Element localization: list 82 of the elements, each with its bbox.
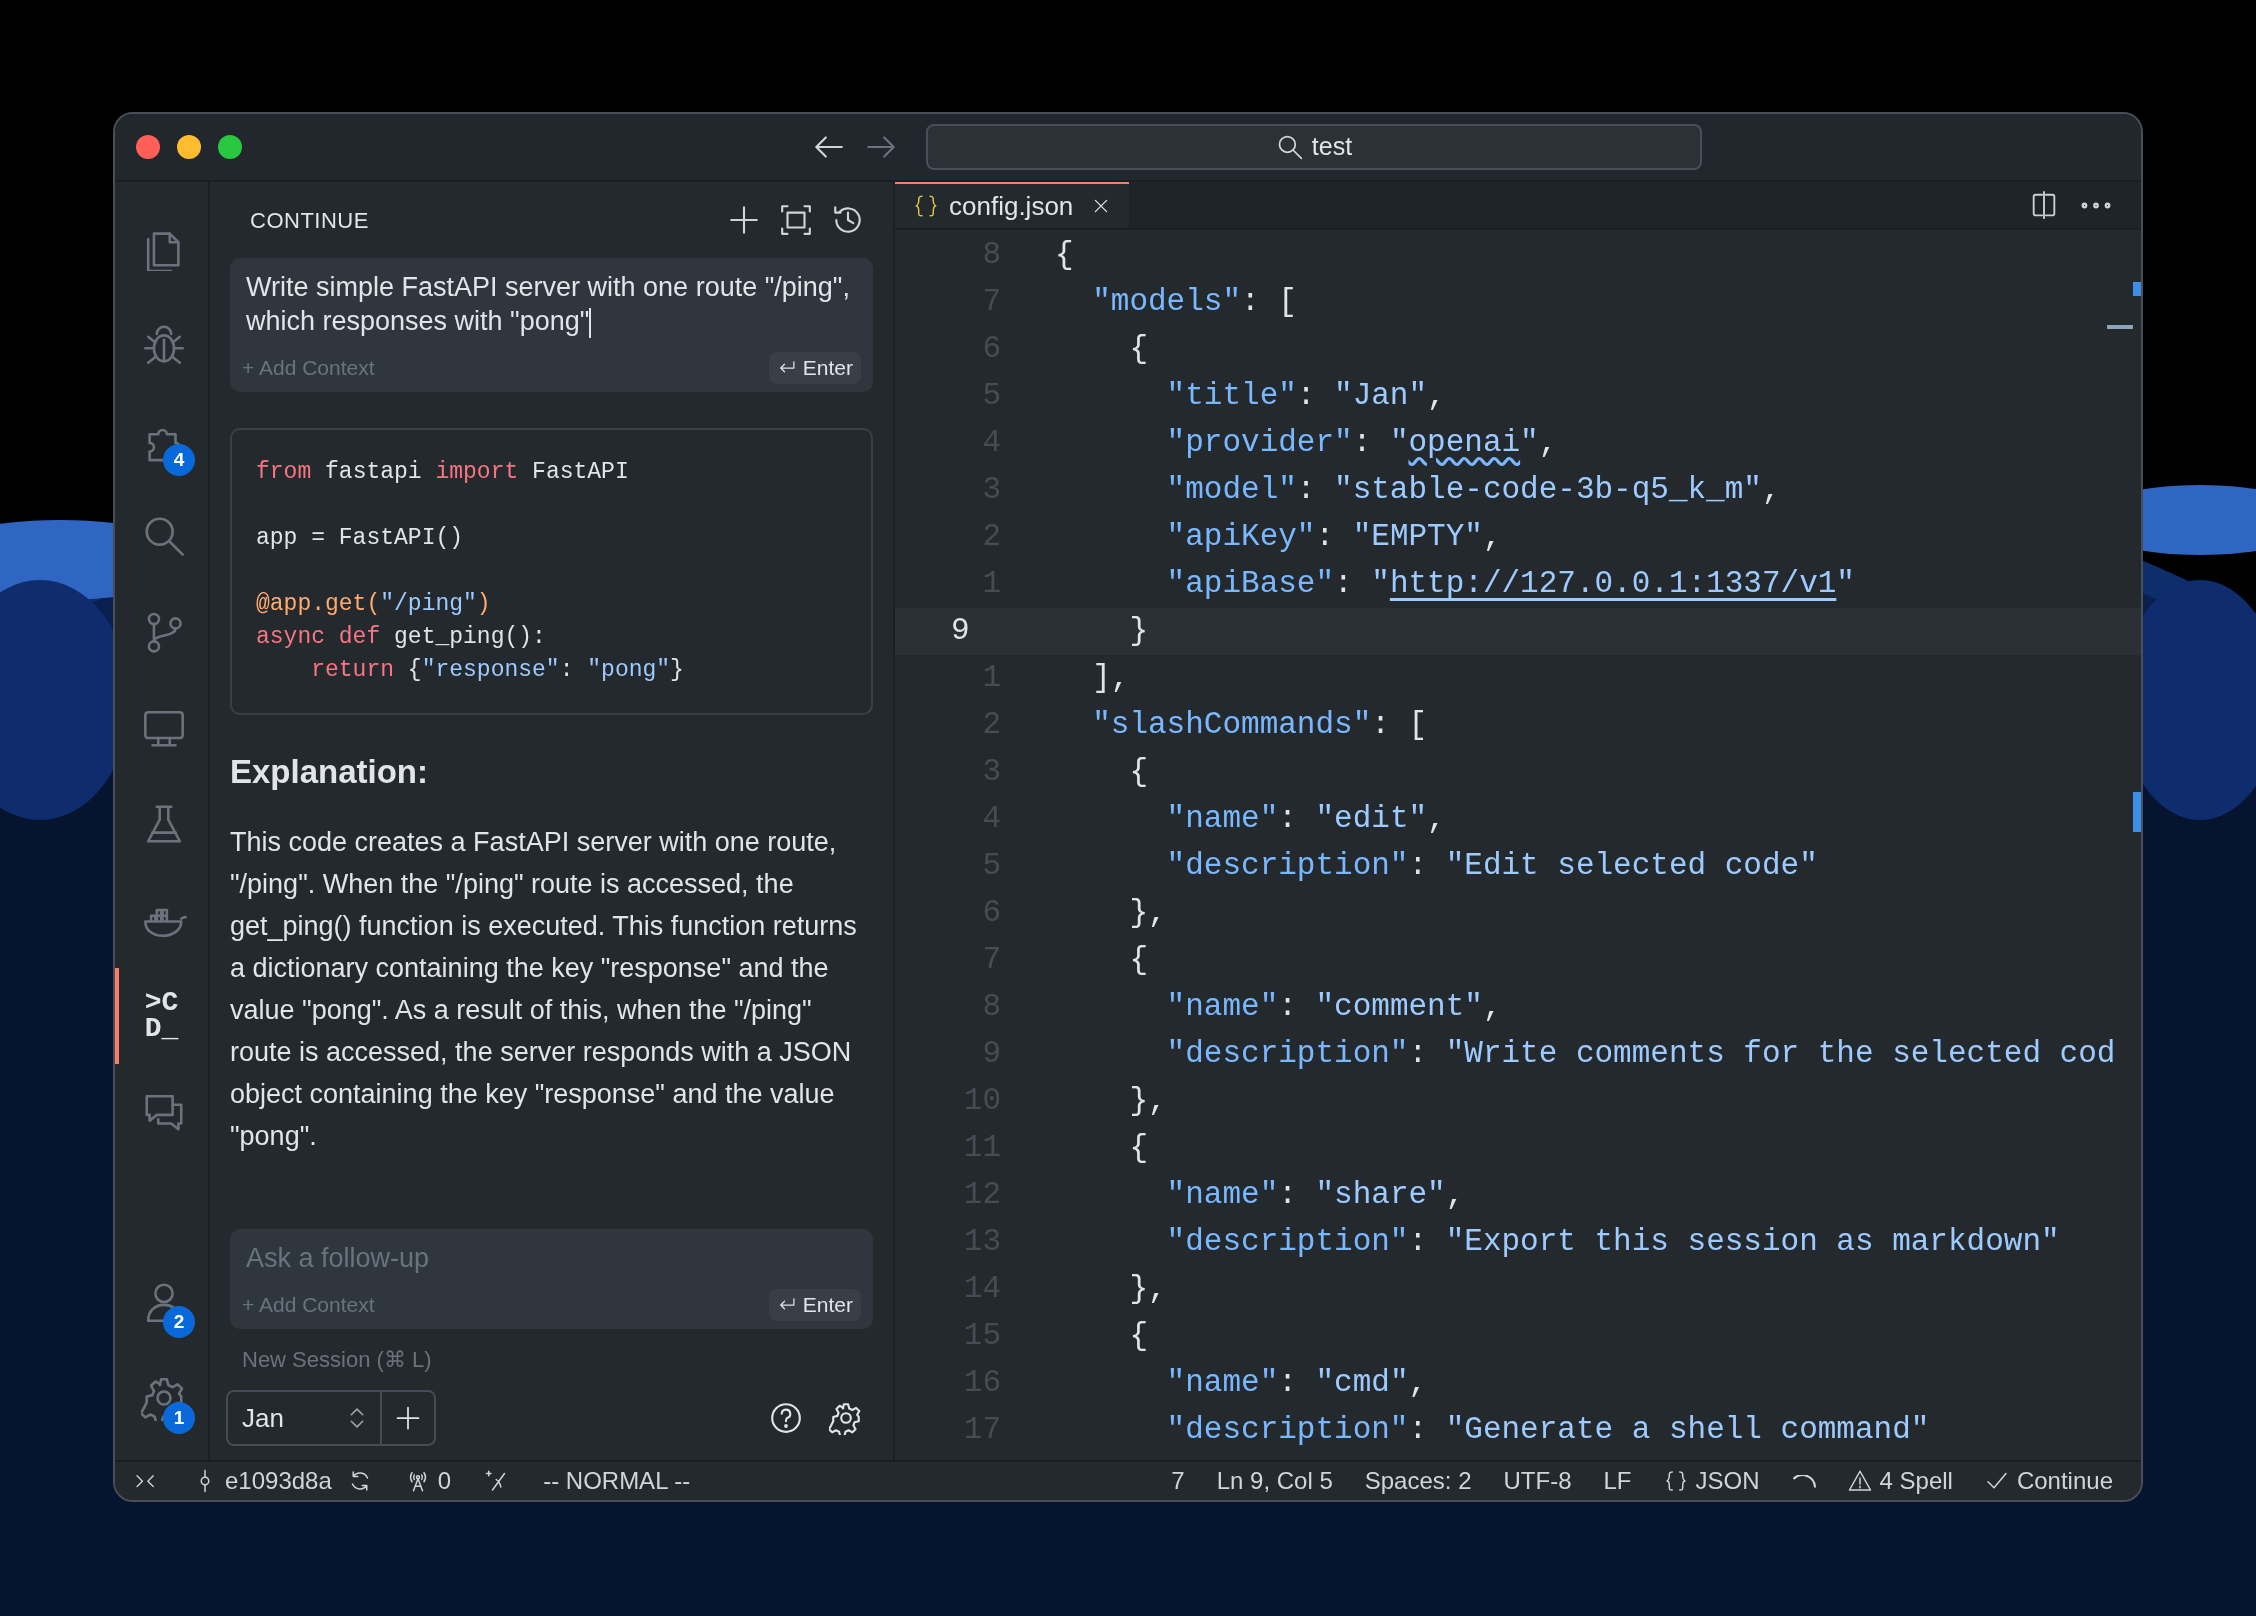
code-line: "model": "stable-code-3b-q5_k_m", (1165, 471, 1781, 510)
explanation-heading: Explanation: (230, 752, 430, 792)
code-line: async def get_ping(): (256, 623, 546, 652)
code-line: "name": "comment", (1165, 988, 1502, 1027)
code-line: { (1128, 753, 1148, 792)
spinner-icon (1791, 1474, 1816, 1488)
code-line: "apiBase": "http://127.0.0.1:1337/v1" (1165, 565, 1855, 604)
status-item[interactable]: Spaces: 2 (1364, 1463, 1472, 1499)
more-actions-button[interactable] (2081, 201, 2111, 209)
code-line: { (1128, 1129, 1148, 1168)
help-button[interactable] (769, 1401, 803, 1435)
model-selector[interactable]: Jan (226, 1390, 436, 1446)
code-line: return {"response": "pong"} (310, 656, 684, 685)
code-line: "slashCommands": [ (1091, 706, 1428, 745)
explanation-text: This code creates a FastAPI server with one route, "/ping". When the "/ping" route is accessed, the get_ping() function is executed. This function returns a dictionary containing the key "response" and the value "pong". As a result of this, when the "/ping" route is accessed, the server responds with a JSON object containing the key "response" and the value "pong". (230, 825, 858, 1153)
code-line: "name": "edit", (1165, 800, 1446, 839)
code-line: { (1055, 236, 1074, 275)
scroll-marker (2133, 282, 2141, 296)
badge: 1 (163, 1402, 195, 1434)
more-icon (2081, 201, 2111, 209)
json-icon (913, 193, 939, 219)
code-line: { (1128, 941, 1148, 980)
code-line: @app.get("/ping") (256, 590, 491, 619)
code-line: "description": "Write comments for the selected cod (1165, 1035, 2116, 1074)
status-item[interactable]: Ln 9, Col 5 (1216, 1463, 1333, 1499)
maximize-button[interactable] (218, 135, 242, 159)
branch-item[interactable]: e1093d8a (193, 1463, 332, 1499)
add-button[interactable] (727, 203, 761, 237)
enter-button[interactable]: Enter (768, 352, 861, 384)
code-line: "name": "cmd", (1165, 1364, 1428, 1403)
status-item[interactable]: LF (1603, 1463, 1632, 1499)
fullscreen-button[interactable] (779, 203, 813, 237)
code-line: "name": "share", (1165, 1176, 1465, 1215)
status-item[interactable]: UTF-8 (1503, 1463, 1572, 1499)
code-line: } (1128, 612, 1148, 651)
spinner-item[interactable] (1791, 1474, 1816, 1488)
enter-button[interactable]: Enter (768, 1289, 861, 1321)
check-item[interactable]: Continue (1984, 1463, 2113, 1499)
code-line: from fastapi import FastAPI (256, 458, 629, 487)
code-line: app = FastAPI() (256, 524, 464, 553)
prompt-input[interactable]: Write simple FastAPI server with one route "/ping", which responses with "pong" + Add Context Enter (230, 258, 873, 392)
code-line: "description": "Edit selected code" (1165, 847, 1818, 886)
code-line: { (1128, 330, 1148, 369)
warning-item[interactable]: 4 Spell (1847, 1463, 1953, 1499)
plus-icon (394, 1404, 422, 1432)
badge: 2 (163, 1306, 195, 1338)
ports-item[interactable]: 0 (405, 1463, 452, 1499)
code-line: }, (1128, 1270, 1167, 1309)
gear-icon (829, 1401, 863, 1435)
settings-button[interactable] (829, 1401, 863, 1435)
minimize-button[interactable] (177, 135, 201, 159)
language-item[interactable]: JSON (1663, 1463, 1760, 1499)
panel-title: CONTINUE (250, 206, 369, 235)
scroll-marker (2133, 792, 2141, 832)
settings-tab[interactable]: 1 (115, 1350, 208, 1446)
code-line: }, (1128, 894, 1167, 933)
code-line: "description": "Generate a shell command" (1165, 1411, 1930, 1450)
language-icon (1663, 1469, 1688, 1493)
cursor-marker (2107, 325, 2133, 329)
code-line: "apiKey": "EMPTY", (1165, 518, 1502, 557)
badge: 4 (163, 444, 195, 476)
code-line: }, (1128, 1082, 1167, 1121)
extensions-tab[interactable]: 4 (115, 392, 208, 488)
code-line: "description": "Export this session as markdown" (1165, 1223, 2060, 1262)
code-line: "provider": "openai", (1165, 424, 1558, 463)
code-line: ], (1091, 659, 1130, 698)
close-button[interactable] (136, 135, 160, 159)
help-icon (769, 1401, 803, 1435)
code-line: "models": [ (1091, 283, 1297, 322)
accounts-tab[interactable]: 2 (115, 1254, 208, 1350)
line-number: 9 (950, 612, 971, 651)
editor-tab[interactable]: config.json (895, 182, 1130, 228)
status-item[interactable]: 7 (1171, 1463, 1185, 1499)
code-line: { (1128, 1317, 1148, 1356)
text-cursor (589, 307, 592, 338)
plus-icon (727, 203, 761, 237)
search-field[interactable]: test (926, 124, 1702, 170)
status-item[interactable]: -- NORMAL -- (543, 1463, 691, 1499)
code-line: "title": "Jan", (1165, 377, 1446, 416)
fullscreen-icon (779, 203, 813, 237)
warning-icon (1847, 1469, 1872, 1493)
follow-up-input[interactable]: Ask a follow-up + Add Context Enter (230, 1229, 873, 1329)
